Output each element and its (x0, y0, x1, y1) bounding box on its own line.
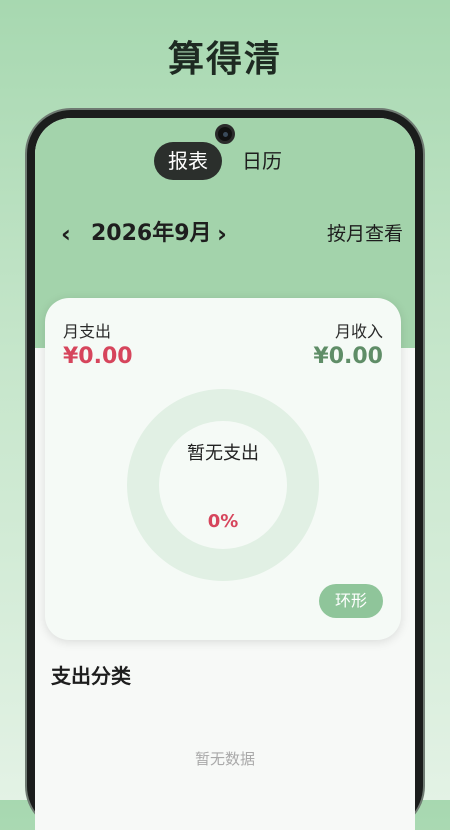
view-mode-button[interactable]: 按月查看 (327, 216, 403, 252)
current-month[interactable]: 2026年9月 (91, 216, 212, 252)
tab-report[interactable]: 报表 (154, 142, 222, 180)
category-empty-text: 暂无数据 (194, 750, 255, 768)
income-label: 月收入 (334, 322, 383, 341)
expense-value: ¥0.00 (63, 344, 133, 369)
monthly-summary-card: 月支出 ¥0.00 月收入 ¥0.00 暂无支出 0% 环形 (45, 298, 401, 640)
expense-category-title: 支出分类 (51, 664, 131, 688)
donut-empty-label: 暂无支出 (187, 443, 259, 464)
app-title: 算得清 (167, 39, 282, 80)
chevron-right-icon[interactable]: › (217, 216, 227, 252)
donut-percent: 0% (207, 511, 239, 532)
expense-label: 月支出 (63, 322, 112, 341)
income-value: ¥0.00 (313, 344, 383, 369)
expense-donut-chart: 暂无支出 0% (127, 389, 319, 581)
tab-calendar[interactable]: 日历 (228, 142, 296, 180)
front-camera (215, 124, 235, 144)
view-tabs: 报表 日历 (35, 142, 415, 180)
month-navigator: ‹ 2026年9月 › 按月查看 (35, 216, 415, 252)
chevron-left-icon[interactable]: ‹ (61, 216, 71, 252)
app-screen: 报表 日历 ‹ 2026年9月 › 按月查看 月支出 ¥0.00 月收入 ¥0.… (35, 118, 415, 830)
phone-frame: 报表 日历 ‹ 2026年9月 › 按月查看 月支出 ¥0.00 月收入 ¥0.… (27, 110, 423, 830)
chart-type-toggle[interactable]: 环形 (319, 584, 383, 618)
